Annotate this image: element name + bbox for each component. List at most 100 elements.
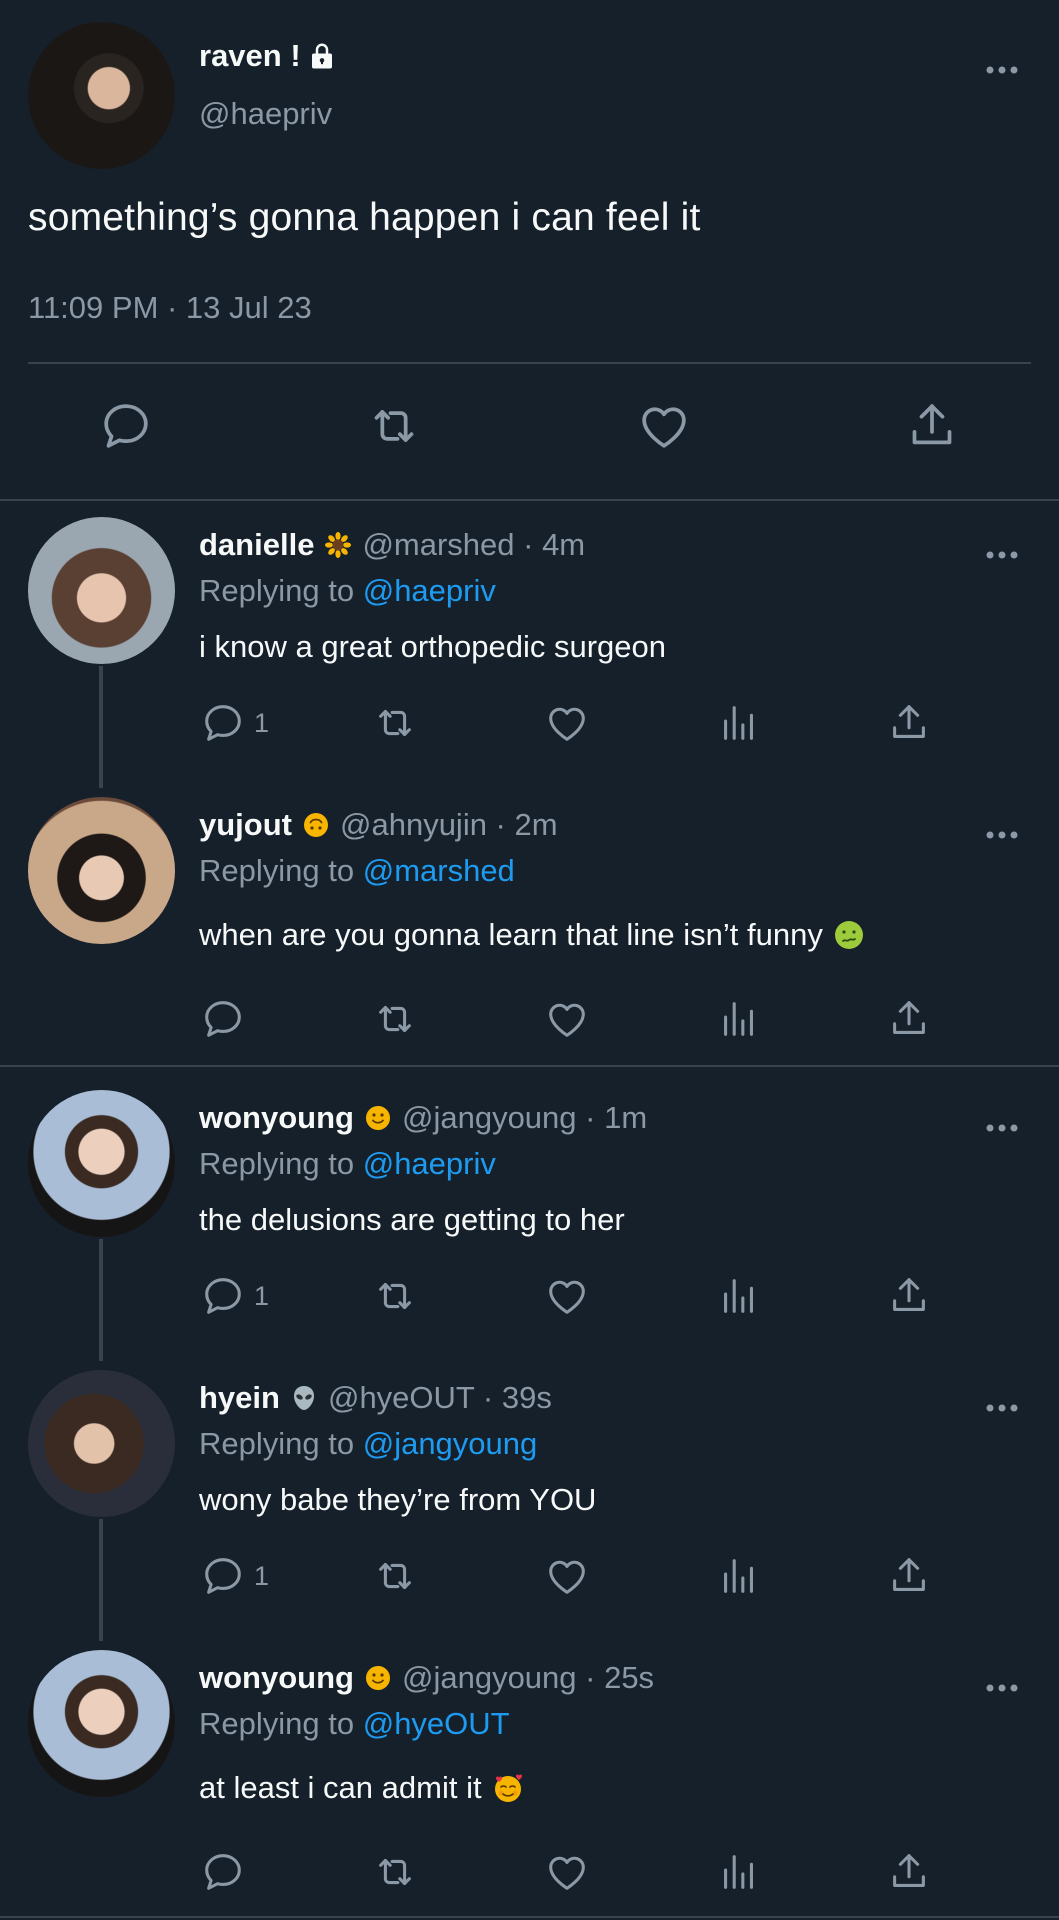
- avatar[interactable]: [28, 1650, 175, 1797]
- reply-count: 1: [254, 1560, 270, 1591]
- reply-tweet[interactable]: danielle @marshed · 4m Replying to @haep…: [0, 517, 1059, 767]
- reply-text: when are you gonna learn that line isn’t…: [199, 917, 865, 953]
- display-name[interactable]: hyein: [199, 1380, 280, 1416]
- retweet-icon[interactable]: [372, 1272, 418, 1320]
- handle-time[interactable]: @jangyoung · 1m: [402, 1100, 647, 1136]
- tweet-timestamp[interactable]: 11:09 PM · 13 Jul 23: [28, 290, 312, 326]
- reply-actions: [0, 1848, 1059, 1896]
- replying-to: Replying to @haepriv: [199, 1146, 496, 1182]
- reply-text-content: the delusions are getting to her: [199, 1202, 625, 1237]
- more-options-icon[interactable]: [982, 1398, 1022, 1418]
- replying-to-mention[interactable]: @haepriv: [363, 573, 496, 608]
- sunflower-emoji-icon: [324, 531, 352, 559]
- reply-header: wonyoung @jangyoung · 1m: [199, 1100, 647, 1136]
- like-icon[interactable]: [544, 1552, 590, 1600]
- views-icon[interactable]: [716, 1552, 762, 1600]
- upside-down-face-emoji-icon: [302, 811, 330, 839]
- reply-header: hyein @hyeOUT · 39s: [199, 1380, 552, 1416]
- section-divider: [0, 1916, 1059, 1918]
- share-icon[interactable]: [904, 398, 960, 454]
- replying-to-mention[interactable]: @haepriv: [363, 1146, 496, 1181]
- reply-text: the delusions are getting to her: [199, 1202, 625, 1238]
- handle[interactable]: @haepriv: [199, 96, 332, 132]
- retweet-icon[interactable]: [372, 995, 418, 1043]
- share-icon[interactable]: [886, 699, 932, 747]
- reply-text-content: i know a great orthopedic surgeon: [199, 629, 667, 664]
- reply-text-content: at least i can admit it: [199, 1770, 482, 1805]
- like-icon[interactable]: [636, 398, 692, 454]
- reply-count: 1: [254, 1280, 270, 1311]
- display-name[interactable]: yujout: [199, 807, 292, 843]
- reply-button[interactable]: [200, 995, 254, 1043]
- views-icon[interactable]: [716, 699, 762, 747]
- replying-to-mention[interactable]: @jangyoung: [363, 1426, 538, 1461]
- replying-to: Replying to @marshed: [199, 853, 515, 889]
- retweet-icon[interactable]: [372, 1848, 418, 1896]
- avatar[interactable]: [28, 517, 175, 664]
- display-name[interactable]: raven !: [199, 38, 337, 74]
- handle-time[interactable]: @hyeOUT · 39s: [328, 1380, 552, 1416]
- reply-tweet[interactable]: wonyoung @jangyoung · 25s Replying to @h…: [0, 1650, 1059, 1910]
- display-name[interactable]: danielle: [199, 527, 314, 563]
- main-tweet: raven ! @haepriv something’s gonna happe…: [0, 0, 1059, 500]
- avatar[interactable]: [28, 22, 175, 169]
- reply-text: i know a great orthopedic surgeon: [199, 629, 666, 665]
- slightly-smiling-face-emoji-icon: [364, 1664, 392, 1692]
- reply-text-content: wony babe they’re from YOU: [199, 1482, 597, 1517]
- retweet-icon[interactable]: [372, 699, 418, 747]
- views-icon[interactable]: [716, 995, 762, 1043]
- handle-time[interactable]: @ahnyujin · 2m: [340, 807, 558, 843]
- more-options-icon[interactable]: [982, 545, 1022, 565]
- reply-button[interactable]: 1: [200, 699, 269, 747]
- replying-to-mention[interactable]: @marshed: [363, 853, 515, 888]
- replying-prefix: Replying to: [199, 1146, 363, 1181]
- retweet-icon[interactable]: [366, 398, 422, 454]
- display-name[interactable]: wonyoung: [199, 1100, 354, 1136]
- like-icon[interactable]: [544, 1272, 590, 1320]
- reply-button[interactable]: 1: [200, 1552, 269, 1600]
- alien-emoji-icon: [290, 1384, 318, 1412]
- like-icon[interactable]: [544, 699, 590, 747]
- replying-to-mention[interactable]: @hyeOUT: [363, 1706, 510, 1741]
- share-icon[interactable]: [886, 1552, 932, 1600]
- tweet-thread-page: raven ! @haepriv something’s gonna happe…: [0, 0, 1059, 1920]
- more-options-icon[interactable]: [982, 60, 1022, 80]
- views-icon[interactable]: [716, 1272, 762, 1320]
- share-icon[interactable]: [886, 1272, 932, 1320]
- reply-icon[interactable]: [98, 398, 154, 454]
- nauseated-face-emoji-icon: [833, 919, 865, 951]
- lock-icon: [307, 41, 337, 71]
- reply-actions: 1: [0, 1272, 1059, 1320]
- reply-actions: 1: [0, 1552, 1059, 1600]
- more-options-icon[interactable]: [982, 1678, 1022, 1698]
- reply-tweet[interactable]: yujout @ahnyujin · 2m Replying to @marsh…: [0, 797, 1059, 1047]
- handle-time[interactable]: @jangyoung · 25s: [402, 1660, 654, 1696]
- like-icon[interactable]: [544, 995, 590, 1043]
- avatar[interactable]: [28, 1090, 175, 1237]
- replying-to: Replying to @hyeOUT: [199, 1706, 510, 1742]
- more-options-icon[interactable]: [982, 825, 1022, 845]
- avatar[interactable]: [28, 1370, 175, 1517]
- like-icon[interactable]: [544, 1848, 590, 1896]
- tweet-text: something’s gonna happen i can feel it: [28, 196, 701, 239]
- replying-to: Replying to @jangyoung: [199, 1426, 537, 1462]
- avatar[interactable]: [28, 797, 175, 944]
- reply-tweet[interactable]: hyein @hyeOUT · 39s Replying to @jangyou…: [0, 1370, 1059, 1620]
- reply-button[interactable]: 1: [200, 1272, 269, 1320]
- reply-count: 1: [254, 707, 270, 738]
- reply-header: wonyoung @jangyoung · 25s: [199, 1660, 654, 1696]
- share-icon[interactable]: [886, 1848, 932, 1896]
- display-name[interactable]: wonyoung: [199, 1660, 354, 1696]
- replying-to: Replying to @haepriv: [199, 573, 496, 609]
- reply-text-content: when are you gonna learn that line isn’t…: [199, 917, 823, 952]
- more-options-icon[interactable]: [982, 1118, 1022, 1138]
- share-icon[interactable]: [886, 995, 932, 1043]
- reply-header: yujout @ahnyujin · 2m: [199, 807, 558, 843]
- section-divider: [0, 1065, 1059, 1067]
- handle-time[interactable]: @marshed · 4m: [362, 527, 585, 563]
- views-icon[interactable]: [716, 1848, 762, 1896]
- reply-tweet[interactable]: wonyoung @jangyoung · 1m Replying to @ha…: [0, 1090, 1059, 1340]
- reply-actions: [0, 995, 1059, 1043]
- retweet-icon[interactable]: [372, 1552, 418, 1600]
- reply-button[interactable]: [200, 1848, 254, 1896]
